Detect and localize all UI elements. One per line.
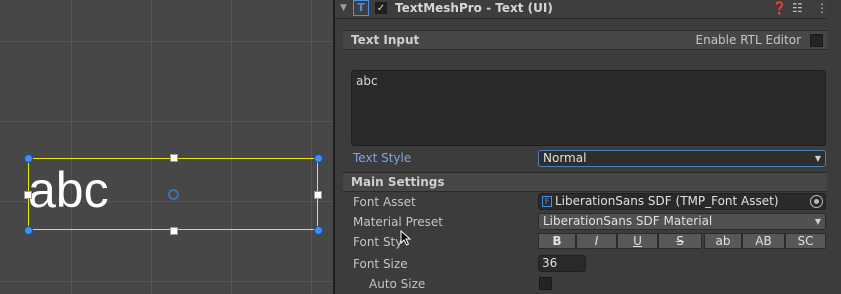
component-title: TextMeshPro - Text (UI) [395, 1, 553, 15]
preset-icon[interactable]: ☷ [792, 0, 803, 16]
font-style-bold-button[interactable]: B [538, 233, 576, 249]
font-style-underline-button[interactable]: U [617, 233, 658, 249]
text-input-section-header[interactable]: Text Input Enable RTL Editor [343, 30, 833, 50]
corner-handle-bottom-left[interactable] [24, 226, 33, 235]
section-title: Text Input [351, 33, 420, 47]
scene-text-object[interactable]: abc [28, 160, 109, 220]
font-style-label: Font Sty [353, 235, 403, 249]
main-settings-section-header[interactable]: Main Settings [343, 172, 833, 192]
font-asset-icon: F [542, 196, 552, 207]
tmp-text-icon: T [353, 0, 369, 16]
component-enabled-checkbox[interactable]: ✓ [375, 2, 387, 14]
mouse-cursor-icon [400, 230, 412, 246]
corner-handle-top-left[interactable] [24, 154, 33, 163]
text-style-label: Text Style [353, 151, 412, 165]
edge-handle-bottom[interactable] [170, 227, 178, 235]
help-icon[interactable]: ❓ [772, 0, 787, 16]
font-asset-value: LiberationSans SDF (TMP_Font Asset) [555, 194, 779, 208]
rtl-editor-checkbox[interactable] [810, 34, 823, 47]
material-preset-dropdown[interactable]: LiberationSans SDF Material ▼ [538, 213, 826, 230]
auto-size-checkbox[interactable] [539, 277, 552, 290]
corner-handle-top-right[interactable] [314, 154, 323, 163]
text-style-value: Normal [543, 151, 587, 165]
chevron-down-icon: ▼ [814, 154, 821, 163]
object-picker-icon[interactable] [810, 195, 823, 208]
corner-handle-bottom-right[interactable] [314, 226, 323, 235]
font-style-smallcaps-button[interactable]: SC [785, 233, 826, 249]
edge-handle-right[interactable] [314, 191, 322, 199]
chevron-down-icon: ▼ [814, 217, 821, 226]
font-style-uppercase-button[interactable]: AB [742, 233, 785, 249]
font-size-field[interactable]: 36 [538, 255, 586, 272]
font-style-lowercase-button[interactable]: ab [704, 233, 742, 249]
text-style-dropdown[interactable]: Normal ▼ [538, 150, 826, 167]
inspector-panel: ▼ T ✓ TextMeshPro - Text (UI) ❓ ☷ ⋮ Text… [335, 0, 841, 294]
font-asset-field[interactable]: F LiberationSans SDF (TMP_Font Asset) [538, 193, 826, 210]
foldout-arrow-icon[interactable]: ▼ [340, 3, 347, 13]
font-asset-label: Font Asset [353, 195, 416, 209]
edge-handle-top[interactable] [170, 154, 178, 162]
text-input-area[interactable]: abc [351, 70, 826, 146]
auto-size-label: Auto Size [369, 277, 426, 291]
inspector-scrollbar[interactable] [827, 0, 841, 294]
rtl-editor-label: Enable RTL Editor [695, 33, 802, 47]
edge-handle-left[interactable] [24, 191, 32, 199]
material-preset-label: Material Preset [353, 215, 443, 229]
component-header[interactable]: ▼ T ✓ TextMeshPro - Text (UI) ❓ ☷ ⋮ [335, 0, 841, 19]
font-size-label: Font Size [353, 257, 408, 271]
scene-view[interactable]: abc [0, 0, 333, 294]
font-style-italic-button[interactable]: I [576, 233, 617, 249]
section-title: Main Settings [351, 175, 445, 189]
pivot-handle[interactable] [168, 189, 179, 200]
font-style-strikethrough-button[interactable]: S [658, 233, 702, 249]
material-preset-value: LiberationSans SDF Material [543, 214, 713, 228]
